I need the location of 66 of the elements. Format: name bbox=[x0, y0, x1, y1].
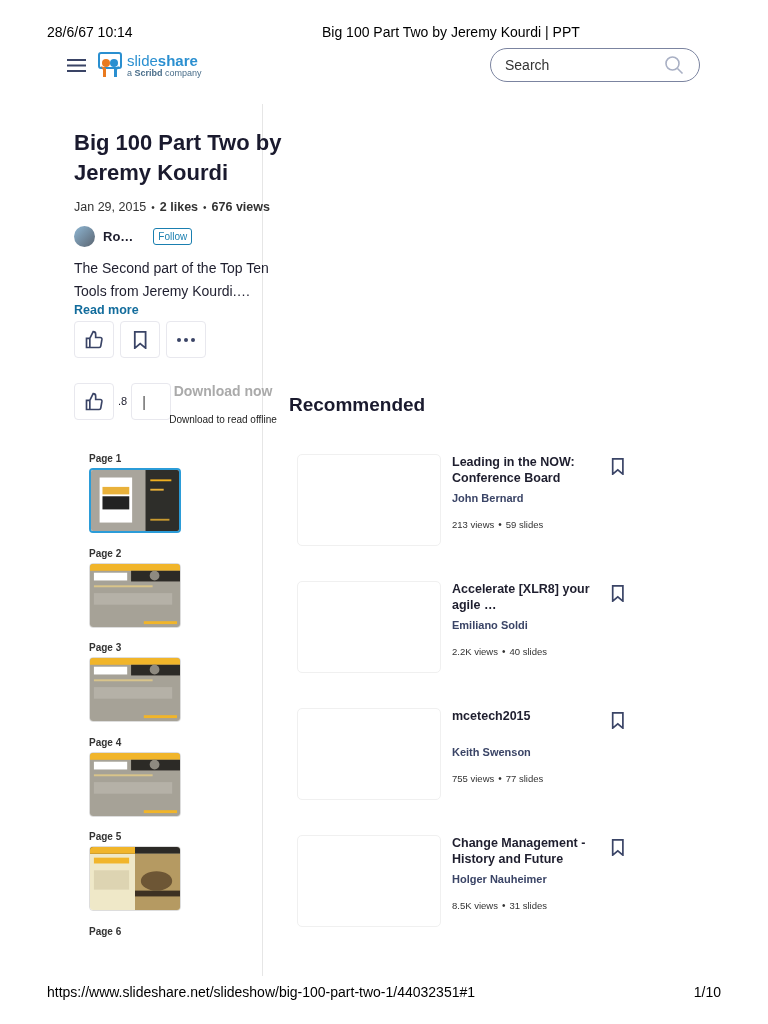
card-views: 8.5K views bbox=[452, 900, 498, 911]
follow-button[interactable]: Follow bbox=[153, 228, 193, 245]
page-label: Page 4 bbox=[89, 736, 123, 748]
separator-dot: • bbox=[501, 646, 506, 657]
separator-dot: • bbox=[501, 900, 506, 911]
bookmark-icon bbox=[611, 585, 625, 602]
separator-dot: • bbox=[203, 201, 207, 213]
separator-dot: • bbox=[498, 519, 502, 530]
search-field[interactable]: Search bbox=[490, 48, 700, 82]
card-title[interactable]: Leading in the NOW: Conference Board bbox=[452, 454, 590, 490]
card-slides: 77 slides bbox=[505, 773, 544, 784]
upload-date: Jan 29, 2015 bbox=[74, 200, 147, 214]
logo-icon[interactable] bbox=[97, 52, 123, 78]
section-title: Recommended bbox=[289, 394, 427, 416]
avatar[interactable] bbox=[74, 226, 95, 247]
page-label: Page 5 bbox=[89, 831, 123, 842]
page-number: 1/10 bbox=[693, 984, 721, 1000]
document-title: Big 100 Part Two by Jeremy Kourdi bbox=[74, 129, 283, 187]
bookmark-icon bbox=[611, 712, 625, 729]
bookmark-icon bbox=[611, 839, 625, 856]
bookmark-button[interactable] bbox=[611, 458, 625, 478]
bookmark-button[interactable] bbox=[611, 585, 625, 605]
bookmark-button[interactable] bbox=[611, 712, 625, 732]
card-slides: 59 slides bbox=[505, 519, 544, 530]
page-url: https://www.slideshare.net/slideshow/big-100-part-two-1/44032351#1 bbox=[47, 984, 476, 1000]
thumbs-up-icon bbox=[84, 329, 104, 350]
page-label: Page 6 bbox=[89, 925, 123, 937]
page-label: Page 2 bbox=[89, 547, 123, 559]
bookmark-button[interactable] bbox=[611, 839, 625, 859]
separator-dot: • bbox=[151, 201, 155, 213]
card-views: 2.2K views bbox=[452, 646, 498, 657]
save-button[interactable] bbox=[120, 321, 160, 358]
card-slides: 31 slides bbox=[509, 900, 547, 911]
download-hint: Download to read offline bbox=[169, 414, 277, 425]
more-button[interactable] bbox=[166, 321, 206, 358]
like-button[interactable] bbox=[74, 383, 114, 420]
card-slides: 40 slides bbox=[509, 646, 547, 657]
menu-icon[interactable] bbox=[67, 58, 86, 72]
page-label: Page 1 bbox=[89, 453, 123, 464]
card-author[interactable]: Emiliano Soldi bbox=[452, 619, 590, 631]
like-count: .8 bbox=[118, 395, 128, 407]
card-author[interactable]: John Bernard bbox=[452, 492, 590, 504]
card-author[interactable]: Holger Nauheimer bbox=[452, 873, 590, 885]
read-more-link[interactable]: Read more bbox=[74, 303, 304, 317]
card-views: 213 views bbox=[452, 519, 495, 530]
author-name[interactable]: Ro… bbox=[103, 229, 134, 244]
description: The Second part of the Top Ten Tools from Jeremy Kourdi.… bbox=[74, 259, 270, 301]
card-title[interactable]: Change Management - History and Future bbox=[452, 835, 590, 871]
likes-count: 2 likes bbox=[159, 200, 199, 214]
more-icon bbox=[177, 337, 195, 342]
views-count: 676 views bbox=[211, 200, 270, 214]
bookmark-icon bbox=[611, 458, 625, 475]
page-label: Page 3 bbox=[89, 642, 123, 653]
card-views: 755 views bbox=[452, 773, 495, 784]
thumbs-up-icon bbox=[84, 391, 104, 412]
print-title: Big 100 Part Two by Jeremy Kourdi | PPT bbox=[322, 24, 580, 40]
print-date: 28/6/67 10:14 bbox=[47, 24, 134, 40]
search-icon bbox=[664, 55, 684, 75]
card-title[interactable]: Accelerate [XLR8] your agile … bbox=[452, 581, 590, 617]
logo-name: slideshare bbox=[127, 52, 199, 68]
separator-dot: • bbox=[498, 773, 502, 784]
bookmark-icon bbox=[132, 330, 148, 349]
like-button[interactable] bbox=[74, 321, 114, 358]
logo-tagline: a Scribd company bbox=[127, 68, 202, 78]
card-author[interactable]: Keith Swenson bbox=[452, 746, 590, 758]
card-title[interactable]: mcetech2015 bbox=[452, 708, 590, 744]
